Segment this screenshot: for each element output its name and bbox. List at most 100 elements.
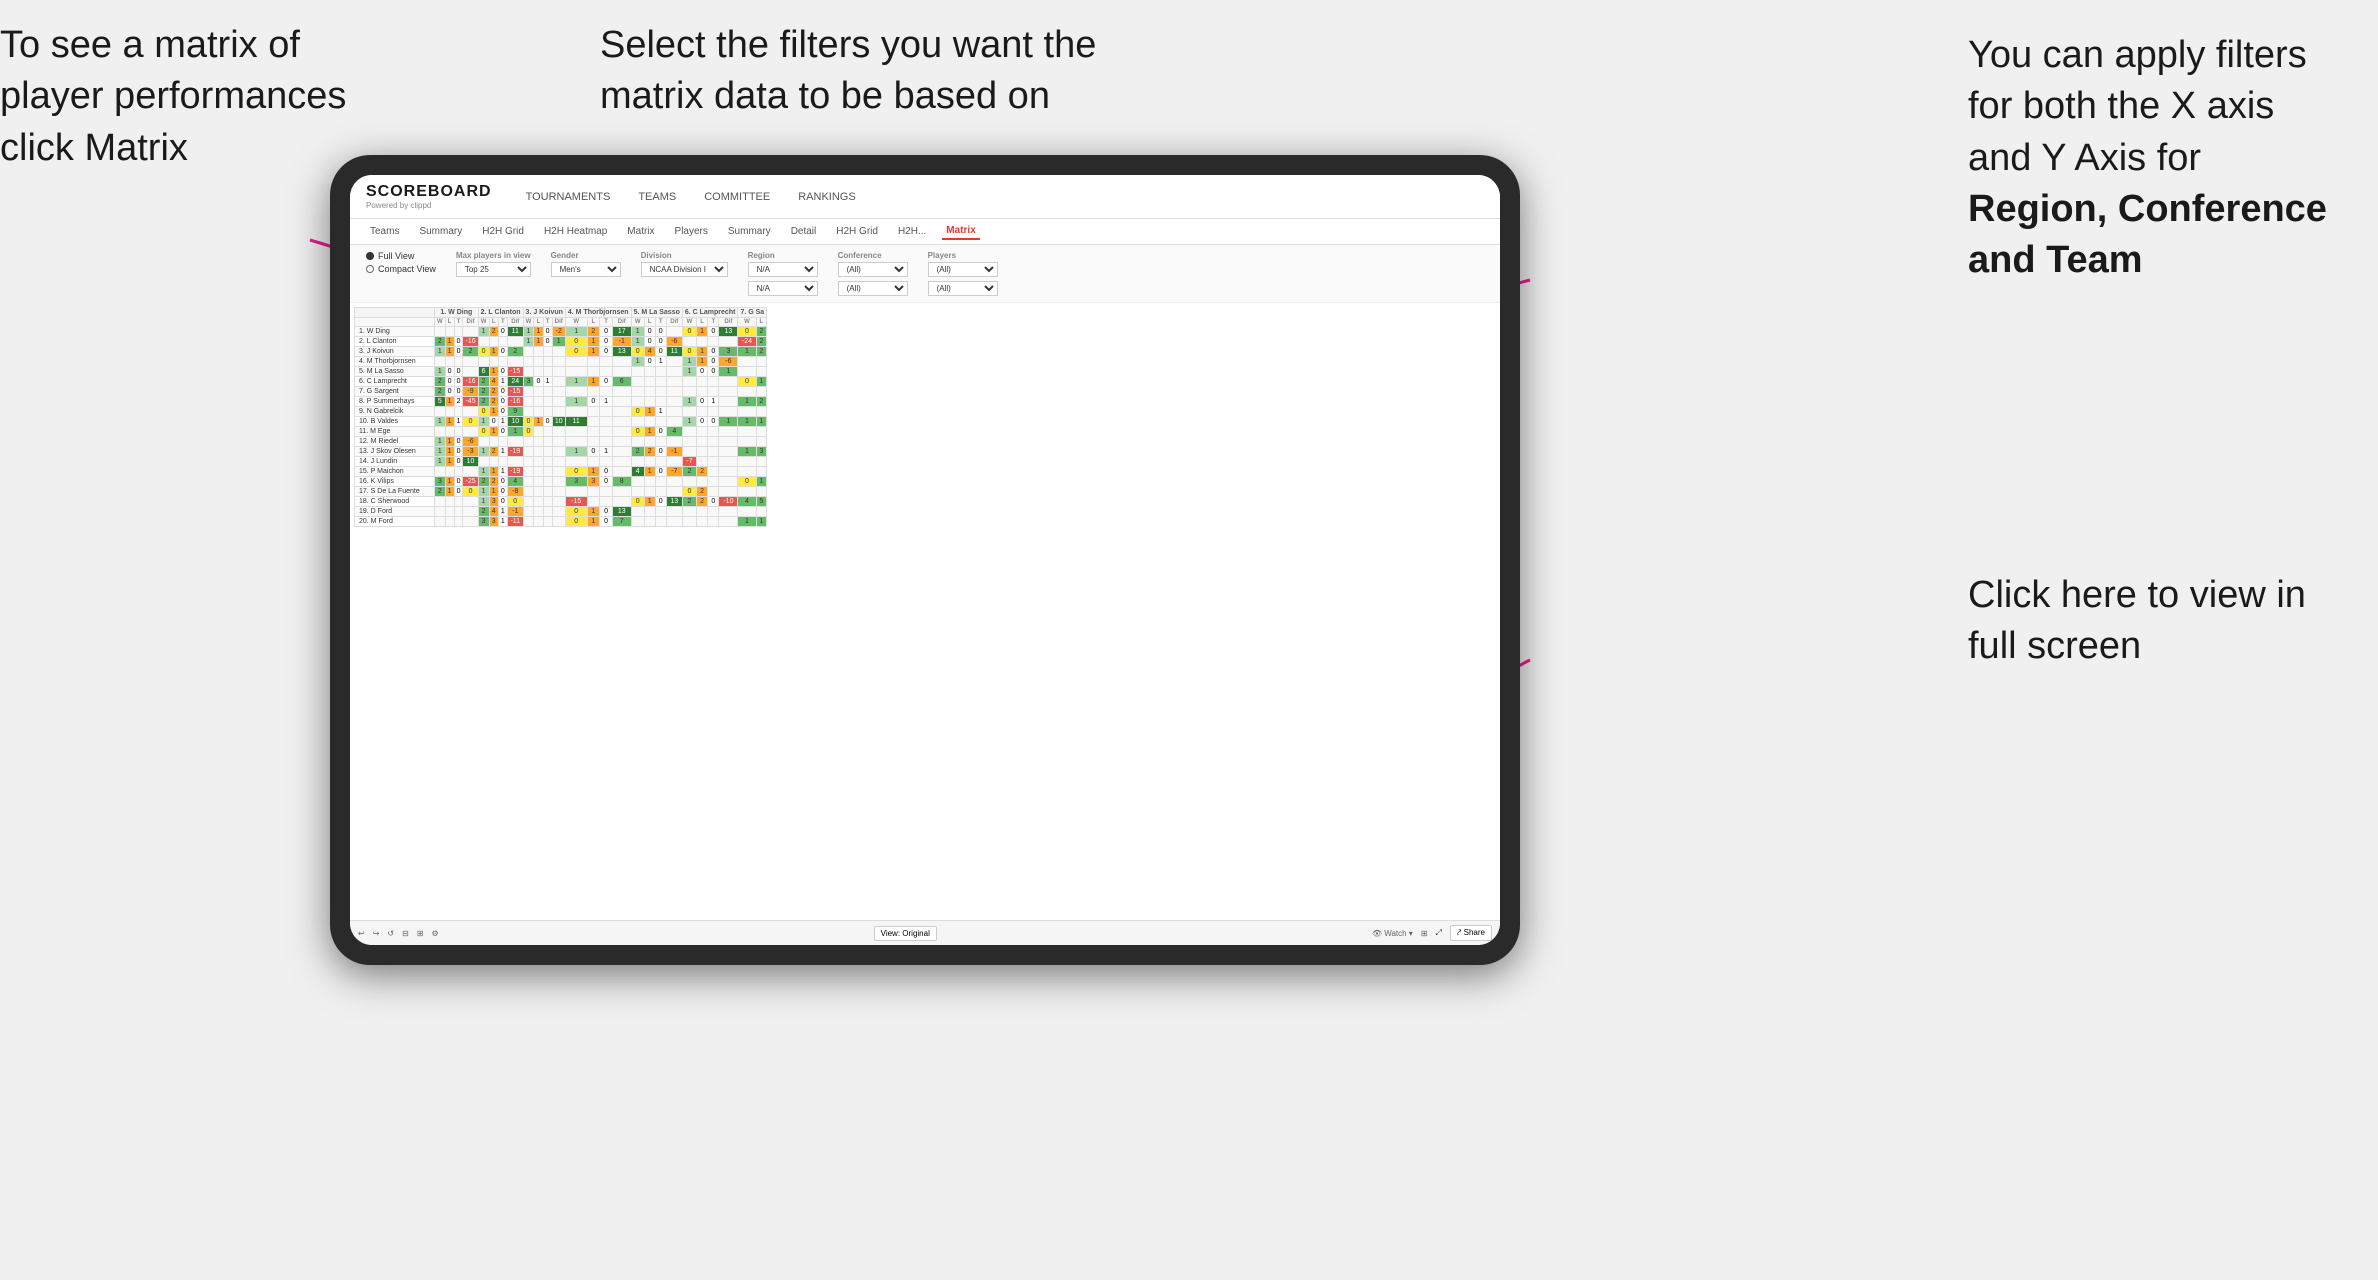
matrix-cell [612, 367, 631, 377]
matrix-cell [655, 417, 666, 427]
conference-select-2[interactable]: (All) [838, 281, 908, 296]
radio-compact-view[interactable]: Compact View [366, 264, 436, 274]
matrix-cell: -7 [682, 457, 696, 467]
matrix-cell: 2 [682, 467, 696, 477]
matrix-cell: 1 [756, 377, 767, 387]
matrix-cell: 1 [498, 447, 507, 457]
matrix-cell: 0 [631, 427, 644, 437]
matrix-cell [463, 467, 478, 477]
matrix-cell: 0 [565, 517, 587, 527]
matrix-cell: 0 [454, 347, 463, 357]
player-name-cell: 9. N Gabrelcik [355, 407, 435, 417]
tab-teams[interactable]: Teams [366, 224, 403, 239]
view-original-btn[interactable]: View: Original [874, 926, 937, 941]
matrix-cell: 0 [498, 477, 507, 487]
matrix-cell [738, 507, 756, 517]
matrix-cell: 0 [498, 487, 507, 497]
matrix-cell [552, 437, 565, 447]
matrix-cell: 4 [631, 467, 644, 477]
nav-tournaments[interactable]: TOURNAMENTS [522, 189, 615, 205]
matrix-cell: 0 [565, 337, 587, 347]
refresh-btn[interactable]: ↺ [387, 929, 394, 938]
matrix-cell: 1 [435, 417, 446, 427]
matrix-cell [708, 467, 719, 477]
matrix-cell: 1 [719, 367, 738, 377]
matrix-content-area: 1. W Ding 2. L Clanton 3. J Koivun 4. M … [350, 303, 1500, 920]
player-name-cell: 5. M La Sasso [355, 367, 435, 377]
matrix-container[interactable]: 1. W Ding 2. L Clanton 3. J Koivun 4. M … [354, 307, 1496, 527]
share-btn[interactable]: ⤤ Share [1450, 925, 1492, 941]
tab-detail[interactable]: Detail [787, 224, 821, 239]
matrix-cell [463, 367, 478, 377]
players-select-2[interactable]: (All) [928, 281, 998, 296]
matrix-cell: 2 [478, 397, 489, 407]
tab-h2h-grid[interactable]: H2H Grid [478, 224, 528, 239]
matrix-cell [534, 427, 543, 437]
app-header: SCOREBOARD Powered by clippd TOURNAMENTS… [350, 175, 1500, 219]
matrix-cell [552, 467, 565, 477]
zoom-in-btn[interactable]: ⊞ [417, 929, 424, 938]
zoom-out-btn[interactable]: ⊟ [402, 929, 409, 938]
tab-players[interactable]: Players [671, 224, 712, 239]
matrix-cell: 0 [498, 407, 507, 417]
matrix-cell [666, 487, 682, 497]
matrix-cell: 8 [612, 477, 631, 487]
tab-h2h-heatmap[interactable]: H2H Heatmap [540, 224, 611, 239]
matrix-cell [523, 447, 534, 457]
header-player [355, 308, 435, 318]
watch-btn[interactable]: 👁 Watch ▾ [1372, 929, 1413, 938]
matrix-cell [696, 427, 707, 437]
matrix-cell [644, 417, 655, 427]
region-select-1[interactable]: N/A [748, 262, 818, 277]
fullscreen-btn[interactable]: ⤢ [1436, 928, 1442, 938]
matrix-cell: 1 [644, 427, 655, 437]
tab-players-summary[interactable]: Summary [724, 224, 775, 239]
tab-matrix[interactable]: Matrix [623, 224, 658, 239]
tab-summary[interactable]: Summary [415, 224, 466, 239]
undo-btn[interactable]: ↩ [358, 929, 365, 938]
nav-teams[interactable]: TEAMS [634, 189, 680, 205]
region-select-2[interactable]: N/A [748, 281, 818, 296]
gender-select[interactable]: Men's [551, 262, 621, 277]
tab-h2h-grid2[interactable]: H2H Grid [832, 224, 882, 239]
redo-btn[interactable]: ↪ [373, 929, 380, 938]
matrix-cell: 3 [756, 447, 767, 457]
matrix-cell: 0 [454, 447, 463, 457]
tab-h2h-more[interactable]: H2H... [894, 224, 930, 239]
matrix-cell: 5 [756, 497, 767, 507]
matrix-cell [612, 387, 631, 397]
sh-d6: Dif [719, 318, 738, 327]
radio-full-view[interactable]: Full View [366, 251, 436, 261]
matrix-cell [708, 377, 719, 387]
matrix-cell: 1 [552, 337, 565, 347]
matrix-cell [719, 487, 738, 497]
players-filter-label: Players [928, 251, 998, 260]
matrix-cell: 0 [454, 477, 463, 487]
matrix-cell: 1 [523, 327, 534, 337]
col-header-4: 4. M Thorbjornsen [565, 308, 631, 318]
matrix-cell: 2 [454, 397, 463, 407]
conference-select-1[interactable]: (All) [838, 262, 908, 277]
matrix-cell [738, 487, 756, 497]
matrix-cell: 0 [454, 387, 463, 397]
matrix-cell [600, 487, 613, 497]
matrix-cell [631, 517, 644, 527]
screen-btn[interactable]: ⊞ [1421, 929, 1428, 938]
nav-committee[interactable]: COMMITTEE [700, 189, 774, 205]
tab-matrix-active[interactable]: Matrix [942, 223, 979, 240]
matrix-cell [655, 507, 666, 517]
matrix-cell: 1 [655, 407, 666, 417]
sh-l6: L [696, 318, 707, 327]
division-select[interactable]: NCAA Division I [641, 262, 728, 277]
settings-btn[interactable]: ⚙ [432, 929, 439, 938]
matrix-cell: 1 [445, 347, 454, 357]
matrix-cell [543, 367, 552, 377]
players-select-1[interactable]: (All) [928, 262, 998, 277]
matrix-cell: -24 [738, 337, 756, 347]
max-players-select[interactable]: Top 25 [456, 262, 531, 277]
matrix-cell: 0 [631, 407, 644, 417]
table-row: 14. J Lundin11010-7 [355, 457, 767, 467]
matrix-cell: 0 [655, 447, 666, 457]
nav-rankings[interactable]: RANKINGS [794, 189, 859, 205]
matrix-cell [631, 487, 644, 497]
